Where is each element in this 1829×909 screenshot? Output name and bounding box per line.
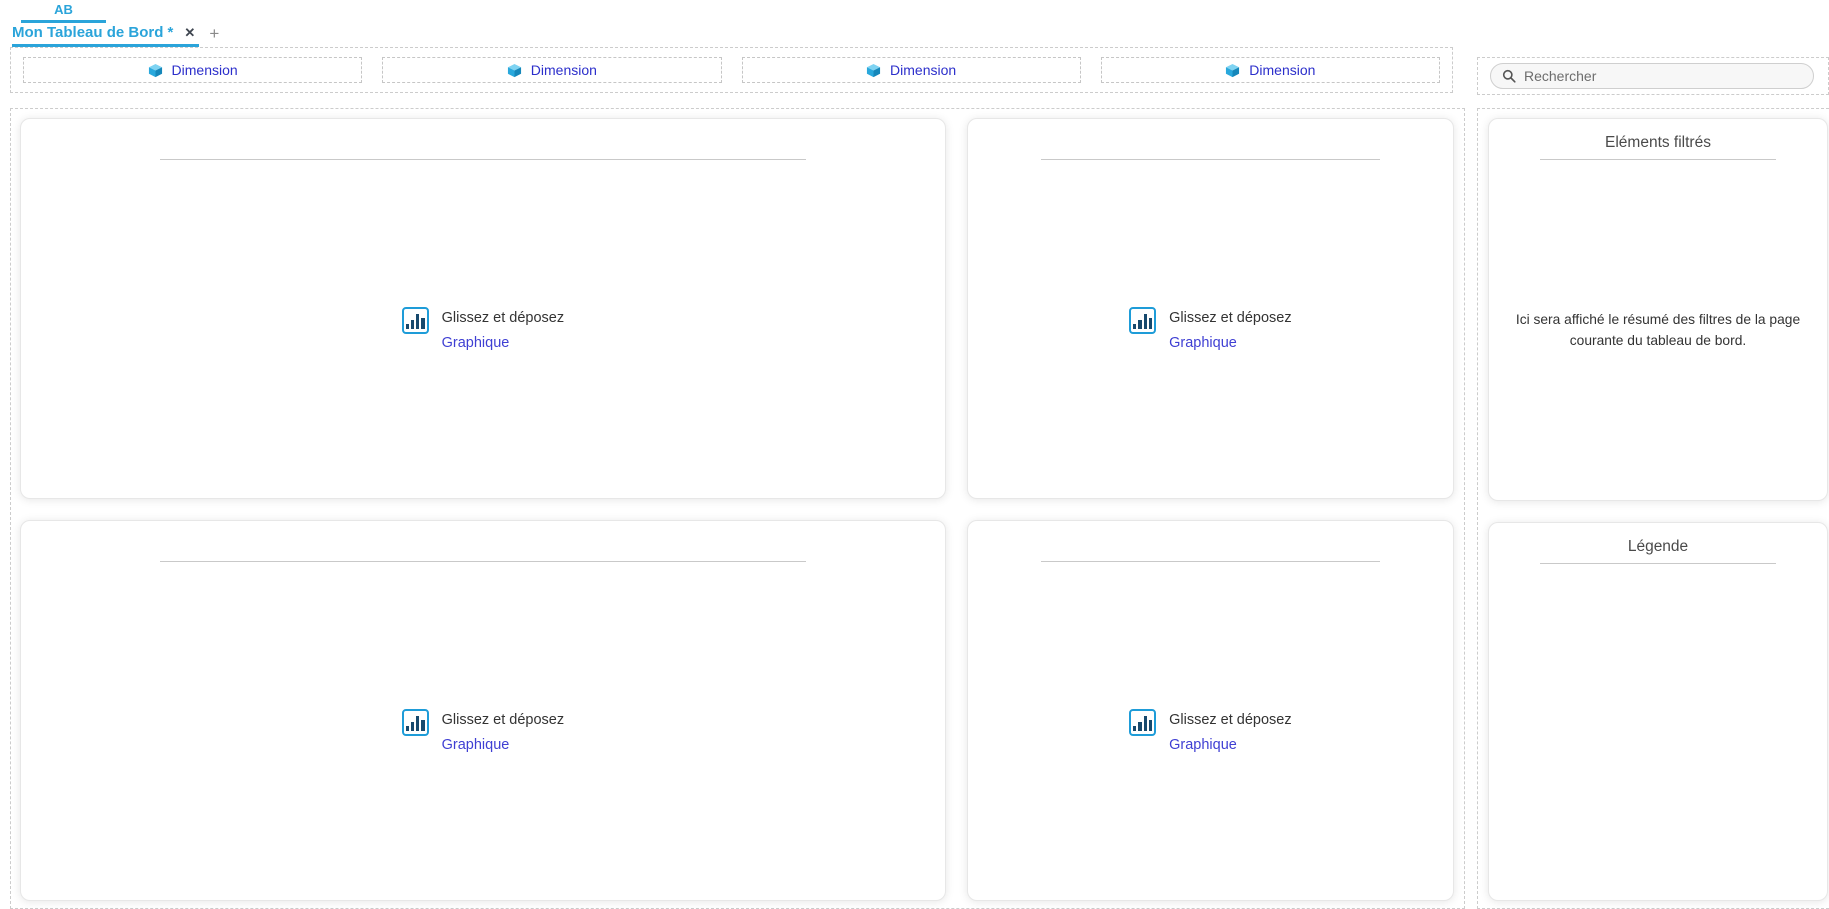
chart-dropzone[interactable]: Glissez et déposez Graphique [21,562,945,900]
placeholder-text: Glissez et déposez Graphique [442,307,565,351]
search-icon [1502,69,1516,83]
main-column: Dimension Dimension Dimension [10,47,1465,909]
search-zone [1477,57,1829,95]
cube-icon [507,63,522,78]
dimension-dropzone-1[interactable]: Dimension [23,57,362,83]
dimension-drop-bar: Dimension Dimension Dimension [10,47,1453,93]
dimension-label: Dimension [890,62,956,78]
sidebar-column: Eléments filtrés Ici sera affiché le rés… [1477,47,1829,909]
chart-widget-1[interactable]: Glissez et déposez Graphique [20,118,946,499]
content-area: Dimension Dimension Dimension [0,47,1829,909]
legend-title: Légende [1489,537,1827,557]
chart-widget-3[interactable]: Glissez et déposez Graphique [20,520,946,901]
placeholder-text: Glissez et déposez Graphique [1169,307,1292,351]
graphique-link[interactable]: Graphique [442,335,565,351]
chart-dropzone[interactable]: Glissez et déposez Graphique [21,160,945,498]
drag-drop-placeholder: Glissez et déposez Graphique [402,307,565,351]
cube-icon [866,63,881,78]
drag-drop-label: Glissez et déposez [1169,712,1292,728]
dimension-dropzone-4[interactable]: Dimension [1101,57,1440,83]
chart-title [968,133,1453,153]
dimension-dropzone-3[interactable]: Dimension [742,57,1081,83]
chart-dropzone[interactable]: Glissez et déposez Graphique [968,160,1453,498]
dimension-label: Dimension [1249,62,1315,78]
chart-widget-4[interactable]: Glissez et déposez Graphique [967,520,1454,901]
sidebar-panels: Eléments filtrés Ici sera affiché le rés… [1477,108,1829,909]
close-tab-icon[interactable]: ✕ [184,26,195,39]
search-field[interactable] [1490,63,1814,89]
bar-chart-icon [402,307,429,334]
drag-drop-label: Glissez et déposez [442,712,565,728]
drag-drop-label: Glissez et déposez [1169,310,1292,326]
placeholder-text: Glissez et déposez Graphique [442,709,565,753]
charts-drop-area: Glissez et déposez Graphique Gli [10,108,1465,909]
filtered-elements-body: Ici sera affiché le résumé des filtres d… [1489,160,1827,500]
cube-icon [1225,63,1240,78]
bar-chart-icon [402,709,429,736]
bar-chart-icon [1129,307,1156,334]
drag-drop-label: Glissez et déposez [442,310,565,326]
dimension-dropzone-2[interactable]: Dimension [382,57,721,83]
dashboard-tab-bar: AB [0,0,1829,23]
search-input[interactable] [1524,68,1802,84]
chart-dropzone[interactable]: Glissez et déposez Graphique [968,562,1453,900]
filtered-elements-panel: Eléments filtrés Ici sera affiché le rés… [1488,118,1828,501]
placeholder-text: Glissez et déposez Graphique [1169,709,1292,753]
page-tab-label: Mon Tableau de Bord * [12,24,173,41]
filters-empty-message: Ici sera affiché le résumé des filtres d… [1507,309,1809,352]
graphique-link[interactable]: Graphique [442,737,565,753]
chart-title [21,133,945,153]
chart-widget-2[interactable]: Glissez et déposez Graphique [967,118,1454,499]
legend-body [1489,564,1827,900]
drag-drop-placeholder: Glissez et déposez Graphique [402,709,565,753]
drag-drop-placeholder: Glissez et déposez Graphique [1129,307,1292,351]
page-tab-bar: Mon Tableau de Bord * ✕ + [0,23,1829,47]
dimension-label: Dimension [172,62,238,78]
graphique-link[interactable]: Graphique [1169,737,1292,753]
add-tab-button[interactable]: + [209,25,219,47]
bar-chart-icon [1129,709,1156,736]
chart-title [21,535,945,555]
legend-panel: Légende [1488,522,1828,901]
dimension-label: Dimension [531,62,597,78]
drag-drop-placeholder: Glissez et déposez Graphique [1129,709,1292,753]
graphique-link[interactable]: Graphique [1169,335,1292,351]
tab-page-active[interactable]: Mon Tableau de Bord * ✕ [12,24,199,47]
cube-icon [148,63,163,78]
tab-dashboard-ab[interactable]: AB [21,2,106,23]
chart-title [968,535,1453,555]
filtered-elements-title: Eléments filtrés [1489,133,1827,153]
